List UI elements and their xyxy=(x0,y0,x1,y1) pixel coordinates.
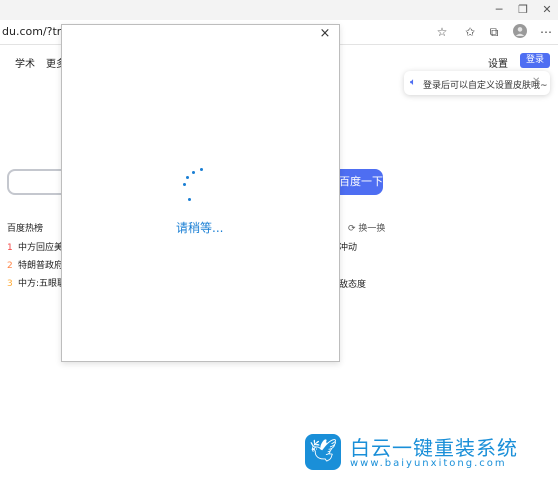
hot-text: 中方回应美 xyxy=(18,243,64,253)
hot-item[interactable]: 3 中方:五眼联 xyxy=(7,276,66,289)
spinner-dot xyxy=(200,168,203,171)
skin-tip: 🔈︎ 登录后可以自定义设置皮肤哦~ ✕ xyxy=(404,71,550,95)
hot-rank: 2 xyxy=(7,261,13,271)
hot-item[interactable]: 2 特朗普政府 xyxy=(7,258,63,271)
more-icon[interactable]: ⋯ xyxy=(538,24,554,40)
nav-academic[interactable]: 学术 xyxy=(15,55,35,70)
hot-list-title: 百度热榜 xyxy=(7,224,44,234)
spinner-dot xyxy=(186,176,189,179)
hot-item-right[interactable]: 敌态度 xyxy=(339,277,366,290)
minimize-button[interactable]: ─ xyxy=(488,2,510,18)
hot-rank: 3 xyxy=(7,279,13,289)
refresh-label: 换一换 xyxy=(358,224,386,234)
close-window-button[interactable]: ✕ xyxy=(536,2,558,18)
star-icon[interactable]: ☆ xyxy=(434,24,450,40)
skin-tip-text: 登录后可以自定义设置皮肤哦~ xyxy=(423,81,548,91)
window-titlebar xyxy=(0,0,558,20)
search-button[interactable]: 百度一下 xyxy=(339,169,383,195)
hot-rank: 1 xyxy=(7,243,13,253)
hot-text: 中方:五眼联 xyxy=(18,279,67,289)
bird-logo-icon: 🕊︎ xyxy=(305,434,341,470)
spinner-dot xyxy=(192,171,195,174)
dialog-close-button[interactable]: × xyxy=(318,27,332,41)
settings-link[interactable]: 设置 xyxy=(488,55,508,70)
watermark-url: www.baiyunxitong.com xyxy=(350,458,507,469)
refresh-icon: ⟳ xyxy=(348,224,359,234)
hot-item-right[interactable]: 冲动 xyxy=(339,240,357,253)
refresh-link[interactable]: ⟳ 换一换 xyxy=(348,221,385,234)
search-input[interactable] xyxy=(7,169,63,195)
watermark-title: 白云一键重装系统 xyxy=(350,436,518,460)
login-button[interactable]: 登录 xyxy=(520,53,550,68)
maximize-button[interactable]: ❐ xyxy=(512,2,534,18)
loading-dialog xyxy=(61,24,340,362)
collections-icon[interactable]: ⧉ xyxy=(486,24,502,40)
hot-text: 特朗普政府 xyxy=(18,261,64,271)
hot-item[interactable]: 1 中方回应美 xyxy=(7,240,63,253)
profile-icon[interactable] xyxy=(512,24,528,40)
loading-text: 请稍等... xyxy=(176,221,224,235)
favorites-icon[interactable]: ✩ xyxy=(462,24,478,40)
spinner-dot xyxy=(188,198,191,201)
spinner-dot xyxy=(183,183,186,186)
speaker-icon: 🔈︎ xyxy=(410,77,416,88)
close-icon[interactable]: ✕ xyxy=(532,76,540,87)
